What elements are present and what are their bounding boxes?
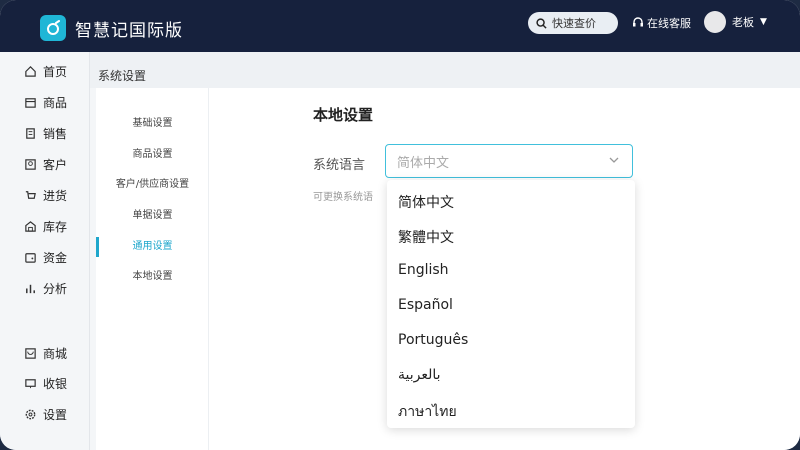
settings-nav-documents[interactable]: 单据设置 xyxy=(96,206,209,221)
quick-price-search[interactable]: 快速查价 xyxy=(528,12,618,34)
sidebar-item-cashier[interactable]: 收银 xyxy=(24,375,67,392)
sidebar-item-label: 首页 xyxy=(43,65,68,79)
language-option-english[interactable]: English xyxy=(398,262,449,278)
sidebar-item-products[interactable]: 商品 xyxy=(24,94,67,111)
home-icon xyxy=(24,65,38,79)
sidebar-item-label: 进货 xyxy=(43,189,68,203)
person-icon xyxy=(24,158,38,172)
sidebar-item-label: 分析 xyxy=(43,282,68,296)
sidebar-item-label: 商城 xyxy=(43,347,68,361)
app-title: 智慧记国际版 xyxy=(75,21,183,41)
language-option-portuguese[interactable]: Português xyxy=(398,332,468,348)
register-icon xyxy=(24,377,38,391)
settings-nav-local[interactable]: 本地设置 xyxy=(96,267,209,282)
app-window: 智慧记国际版 快速查价 在线客服 老板 ▼ 首页 商品 销售 客户 进货 库存 … xyxy=(0,0,800,450)
sidebar-item-label: 收银 xyxy=(43,377,68,391)
warehouse-icon xyxy=(24,220,38,234)
box-icon xyxy=(24,96,38,110)
sidebar-item-label: 库存 xyxy=(43,220,68,234)
sidebar-item-label: 设置 xyxy=(43,408,68,422)
settings-nav-basic[interactable]: 基础设置 xyxy=(96,114,209,129)
sidebar-item-label: 资金 xyxy=(43,251,68,265)
sidebar-item-analytics[interactable]: 分析 xyxy=(24,280,67,297)
language-select[interactable]: 简体中文 xyxy=(385,144,633,178)
sidebar-item-funds[interactable]: 资金 xyxy=(24,249,67,266)
language-select-value: 简体中文 xyxy=(397,155,450,171)
language-option-spanish[interactable]: Español xyxy=(398,297,453,313)
language-option-arabic[interactable]: بالعربية xyxy=(398,367,441,383)
headset-icon xyxy=(632,17,644,29)
app-logo xyxy=(40,15,66,41)
user-menu[interactable]: 老板 ▼ xyxy=(704,11,767,33)
top-bar: 智慧记国际版 快速查价 在线客服 老板 ▼ xyxy=(0,0,800,52)
language-label: 系统语言 xyxy=(313,158,366,173)
receipt-icon xyxy=(24,127,38,141)
store-icon xyxy=(24,347,38,361)
sidebar-item-store[interactable]: 商城 xyxy=(24,345,67,362)
breadcrumb: 系统设置 xyxy=(98,69,147,83)
settings-nav-customer-supplier[interactable]: 客户/供应商设置 xyxy=(96,175,209,190)
language-dropdown: 简体中文 繁體中文 English Español Português بالع… xyxy=(387,180,635,428)
sidebar-item-sales[interactable]: 销售 xyxy=(24,125,67,142)
caret-down-icon: ▼ xyxy=(760,17,767,27)
sidebar-item-purchasing[interactable]: 进货 xyxy=(24,187,67,204)
user-name: 老板 xyxy=(732,16,754,29)
gear-icon xyxy=(24,408,38,422)
sidebar-item-label: 商品 xyxy=(43,96,68,110)
sidebar-item-label: 销售 xyxy=(43,127,68,141)
search-icon xyxy=(536,17,547,29)
wallet-icon xyxy=(24,251,38,265)
sidebar-item-customers[interactable]: 客户 xyxy=(24,156,67,173)
online-service-link[interactable]: 在线客服 xyxy=(632,15,691,31)
settings-nav-product[interactable]: 商品设置 xyxy=(96,145,209,160)
settings-nav: 基础设置 商品设置 客户/供应商设置 单据设置 通用设置 本地设置 xyxy=(96,88,209,450)
avatar xyxy=(704,11,726,33)
service-label: 在线客服 xyxy=(647,17,691,30)
active-nav-indicator xyxy=(96,237,99,257)
language-option-zh-hant[interactable]: 繁體中文 xyxy=(398,227,454,247)
sidebar-item-home[interactable]: 首页 xyxy=(24,63,67,80)
chart-icon xyxy=(24,282,38,296)
language-option-thai[interactable]: ภาษาไทย xyxy=(398,401,457,423)
chevron-down-icon xyxy=(608,154,620,166)
cart-icon xyxy=(24,189,38,203)
language-hint: 可更换系统语 xyxy=(313,192,373,203)
language-option-zh-hans[interactable]: 简体中文 xyxy=(398,192,454,212)
sidebar-item-settings[interactable]: 设置 xyxy=(24,406,67,423)
sidebar-item-inventory[interactable]: 库存 xyxy=(24,218,67,235)
logo-icon xyxy=(47,20,60,35)
section-title: 本地设置 xyxy=(313,106,374,124)
breadcrumb-bar: 系统设置 xyxy=(90,52,800,88)
settings-nav-general[interactable]: 通用设置 xyxy=(96,237,209,252)
search-label: 快速查价 xyxy=(552,17,596,30)
sidebar-item-label: 客户 xyxy=(43,158,68,172)
